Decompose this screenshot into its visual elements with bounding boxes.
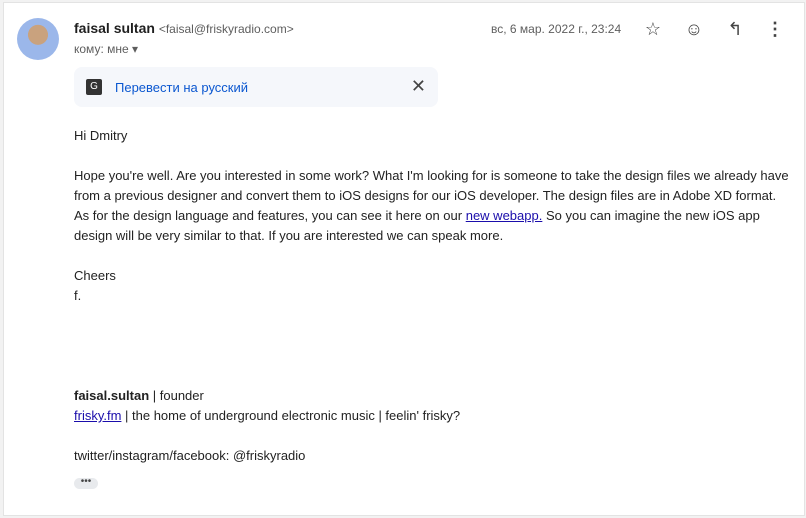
sender-line: faisal sultan <faisal@friskyradio.com>	[74, 20, 294, 36]
email-message: faisal sultan <faisal@friskyradio.com> к…	[3, 2, 805, 516]
date: вс, 6 мар. 2022 г., 23:24	[491, 22, 622, 36]
greeting: Hi Dmitry	[74, 128, 128, 143]
sender-email: <faisal@friskyradio.com>	[158, 22, 294, 36]
tagline: | the home of underground electronic mus…	[121, 408, 461, 423]
show-trimmed-button[interactable]: •••	[74, 477, 98, 489]
frisky-link[interactable]: frisky.fm	[74, 408, 121, 423]
emoji-icon[interactable]: ☺	[682, 17, 706, 41]
translate-icon: G	[86, 79, 102, 95]
close-icon[interactable]: ✕	[411, 76, 426, 97]
translate-bar: G Перевести на русский ✕	[74, 67, 438, 107]
translate-link[interactable]: Перевести на русский	[115, 80, 248, 95]
webapp-link[interactable]: new webapp.	[466, 208, 543, 223]
sender-name[interactable]: faisal sultan	[74, 20, 155, 36]
signature-line: faisal.sultan | founder	[74, 386, 794, 406]
message-body: Hi Dmitry Hope you're well. Are you inte…	[74, 126, 794, 490]
social: twitter/instagram/facebook: @friskyradio	[74, 448, 306, 463]
avatar[interactable]	[17, 18, 59, 60]
recipients: кому: мне	[74, 42, 129, 56]
chevron-down-icon: ▾	[132, 42, 139, 56]
closing: Cheers	[74, 268, 116, 283]
signature-role: | founder	[149, 388, 204, 403]
initial: f.	[74, 288, 82, 303]
reply-icon[interactable]: ↰	[723, 17, 747, 41]
signature-tagline: frisky.fm | the home of underground elec…	[74, 406, 794, 426]
signature-name: faisal.sultan	[74, 388, 150, 403]
paragraph: Hope you're well. Are you interested in …	[74, 166, 794, 246]
more-vert-icon[interactable]: ⋮	[763, 17, 787, 41]
recipients-toggle[interactable]: кому: мне ▾	[74, 42, 138, 56]
star-icon[interactable]: ☆	[641, 17, 665, 41]
